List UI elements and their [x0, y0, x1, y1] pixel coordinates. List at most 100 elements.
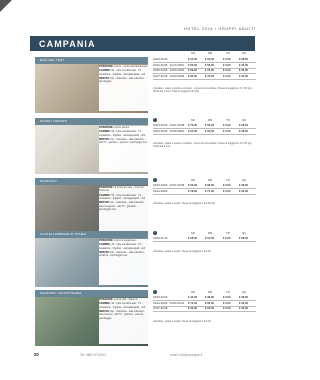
description-label: POSIZIONE: — [99, 65, 114, 68]
price-value: € 50,00 — [205, 307, 214, 310]
description-line: POSIZIONE: centro - zona mare/lungomare — [99, 65, 148, 68]
price-row: 01/07-31/08 € 50,00 € 50,00 € 0,00 € 30,00 — [153, 306, 256, 312]
price-row: 01/07-31/08 · 01/09-30/09 € 84,00 € 76,00 €… — [153, 74, 256, 80]
price-column-header: QU — [242, 51, 247, 55]
description-line: SERVIZI: bar - ristorante - sala colazio… — [99, 138, 148, 145]
price-value: € 30,00 — [239, 63, 248, 67]
price-value: € 50,00 — [205, 58, 214, 61]
description-line: CAMERE: 28 - tutte condizionate - TV - c… — [99, 130, 148, 137]
region-title-bar: CAMPANIA — [30, 36, 255, 51]
info-badge-icon: i — [153, 290, 157, 294]
hotel-description: POSIZIONE: di fronte al mare - 1 km da P… — [99, 186, 148, 211]
photo-caption-bar: CASTELLAMMARE DI STABIA — [35, 231, 148, 238]
price-value: € 28,00 — [239, 296, 248, 299]
price-column-header: QU — [242, 178, 247, 182]
price-period: 01/07-31/08 — [153, 307, 168, 310]
price-period: 01/07-31/08 · 01/09-30/09 — [153, 74, 185, 78]
price-value: € 28,00 — [239, 184, 248, 187]
price-value: € 34,00 — [239, 74, 248, 78]
photo-caption-bar: POZZUOLI — [35, 178, 148, 185]
page-header-title: HOTEL 2024 / GRUPPI ADULTI — [184, 27, 256, 31]
hotel-block: SALERNO / ENTROTERRA POSIZIONE: centro ci… — [35, 290, 256, 348]
price-value: € 0,00 — [223, 189, 231, 193]
price-value: € 70,00 — [205, 69, 214, 72]
price-column-header: TR — [226, 118, 230, 122]
price-header: SD DB TR QU — [153, 118, 253, 122]
price-value: € 58,00 — [205, 184, 214, 187]
price-value: € 71,00 — [205, 189, 214, 193]
price-row: 01/04-30/06 · 01/09-30/10 € 64,00 € 52,00 €… — [153, 129, 256, 135]
price-value: € 56,00 — [205, 124, 214, 127]
description-label: POSIZIONE: — [99, 239, 114, 242]
price-column-header: TR — [226, 290, 230, 294]
price-period: 01/04-30/06 · 01/09-31/10 — [153, 301, 185, 305]
hotel-block: CASTELLAMMARE DI STABIA POSIZIONE: vicino… — [35, 231, 256, 289]
price-column-header: SD — [191, 231, 195, 235]
photo-caption-bar: SALERNO / ENTROTERRA — [35, 290, 148, 297]
description-line: POSIZIONE: di fronte al mare - 1 km da P… — [99, 186, 148, 193]
hotel-note: colazione, pasto a scelta e cocktail · m… — [153, 142, 253, 149]
hotel-block: NAPOLI CENTRO POSIZIONE: centro storico CA… — [35, 118, 256, 176]
price-column-header: SD — [191, 290, 195, 294]
price-value: € 62,00 — [205, 301, 214, 305]
price-value: € 30,00 — [239, 301, 248, 305]
price-value: € 64,00 — [188, 184, 197, 187]
price-row: 01/03-31/10 € 58,00 € 52,00 € 0,00 € 28,00 — [153, 236, 256, 242]
price-value: € 50,00 — [188, 307, 197, 310]
photo-caption: SALERNO / ENTROTERRA — [40, 291, 82, 295]
description-line: CAMERE: 34 - tutte condizionate - TV - c… — [99, 243, 148, 250]
description-line: CAMERE: 46 - tutte condizionate - TV - c… — [99, 302, 148, 309]
description-line: CAMERE: 54 - tutte condizionate - TV - c… — [99, 69, 148, 76]
price-value: € 84,00 — [188, 74, 197, 78]
price-value: € 60,00 — [188, 63, 197, 67]
region-title: CAMPANIA — [39, 39, 96, 49]
photo-caption: CASTELLAMMARE DI STABIA — [40, 232, 87, 236]
hotel-note: colazione, pasto a scelta e cocktail · m… — [153, 87, 253, 94]
price-value: € 64,00 — [188, 129, 197, 133]
price-header: SD DB TR QU — [153, 290, 253, 294]
price-column-header: SD — [191, 178, 195, 182]
price-value: € 0,00 — [223, 307, 231, 310]
price-period: 01/03-31/03 — [153, 58, 168, 61]
price-column-header: QU — [242, 290, 247, 294]
price-value: € 30,00 — [239, 307, 248, 310]
price-value: € 28,00 — [239, 124, 248, 127]
hotel-info-column: POSIZIONE: vicino al lungomare CAMERE: 34… — [99, 239, 148, 285]
info-badge-icon: i — [153, 118, 157, 122]
hotel-note: colazione, pasto a scelta. Tassa di sogg… — [153, 249, 211, 253]
price-header: SD DB TR QU — [153, 51, 253, 55]
price-column-header: TR — [226, 231, 230, 235]
hotel-info-column: POSIZIONE: centro città · Salerno CAMERE:… — [99, 298, 148, 344]
price-value: € 69,00 — [188, 69, 197, 72]
photo-caption-bar: BAIA DEL TEST — [35, 57, 148, 64]
price-column-header: QU — [242, 118, 247, 122]
price-value: € 76,00 — [205, 74, 214, 78]
price-period: 01/06-31/06 · 01/09-30/09 — [153, 69, 185, 72]
price-column-header: DB — [208, 178, 212, 182]
price-column-header: DB — [208, 51, 212, 55]
price-period: 01/04-30/06 — [153, 189, 168, 193]
hotel-block: BAIA DEL TEST POSIZIONE: centro - zona ma… — [35, 51, 256, 115]
price-column-header: QU — [242, 231, 247, 235]
description-line: CAMERE: 55 - tutte condizionate - TV - c… — [99, 194, 148, 201]
photo-caption: NAPOLI CENTRO — [40, 119, 68, 123]
price-period: 01/04-30/06 · 01/09-30/10 — [153, 129, 185, 133]
footer-contact-right: email: info@example.it — [170, 353, 203, 357]
info-badge-icon: i — [153, 178, 157, 182]
price-period: 01/03-31/03 — [153, 296, 168, 299]
hotel-description: POSIZIONE: centro città · Salerno CAMERE:… — [99, 298, 148, 320]
price-value: € 0,00 — [223, 69, 231, 72]
price-value: € 28,00 — [239, 58, 248, 61]
description-text: centro storico — [114, 126, 130, 129]
description-line: SERVIZI: bar - ristorante - sala colazio… — [99, 77, 148, 84]
description-line: SERVIZI: bar - ristorante - sala colazio… — [99, 310, 148, 320]
description-text: vicino al lungomare — [114, 239, 136, 242]
price-value: € 0,00 — [223, 124, 231, 127]
price-value: € 0,00 — [223, 63, 231, 67]
price-value: € 0,00 — [223, 74, 231, 78]
photo-caption-bar: NAPOLI CENTRO — [35, 118, 148, 125]
price-period: 01/04-31/05 · 01/10-30/10 — [153, 63, 185, 67]
price-value: € 52,00 — [205, 129, 214, 133]
hotel-note: colazione, pasto a scelta. Tassa di sogg… — [153, 319, 211, 323]
page-number: 20 — [34, 352, 39, 357]
